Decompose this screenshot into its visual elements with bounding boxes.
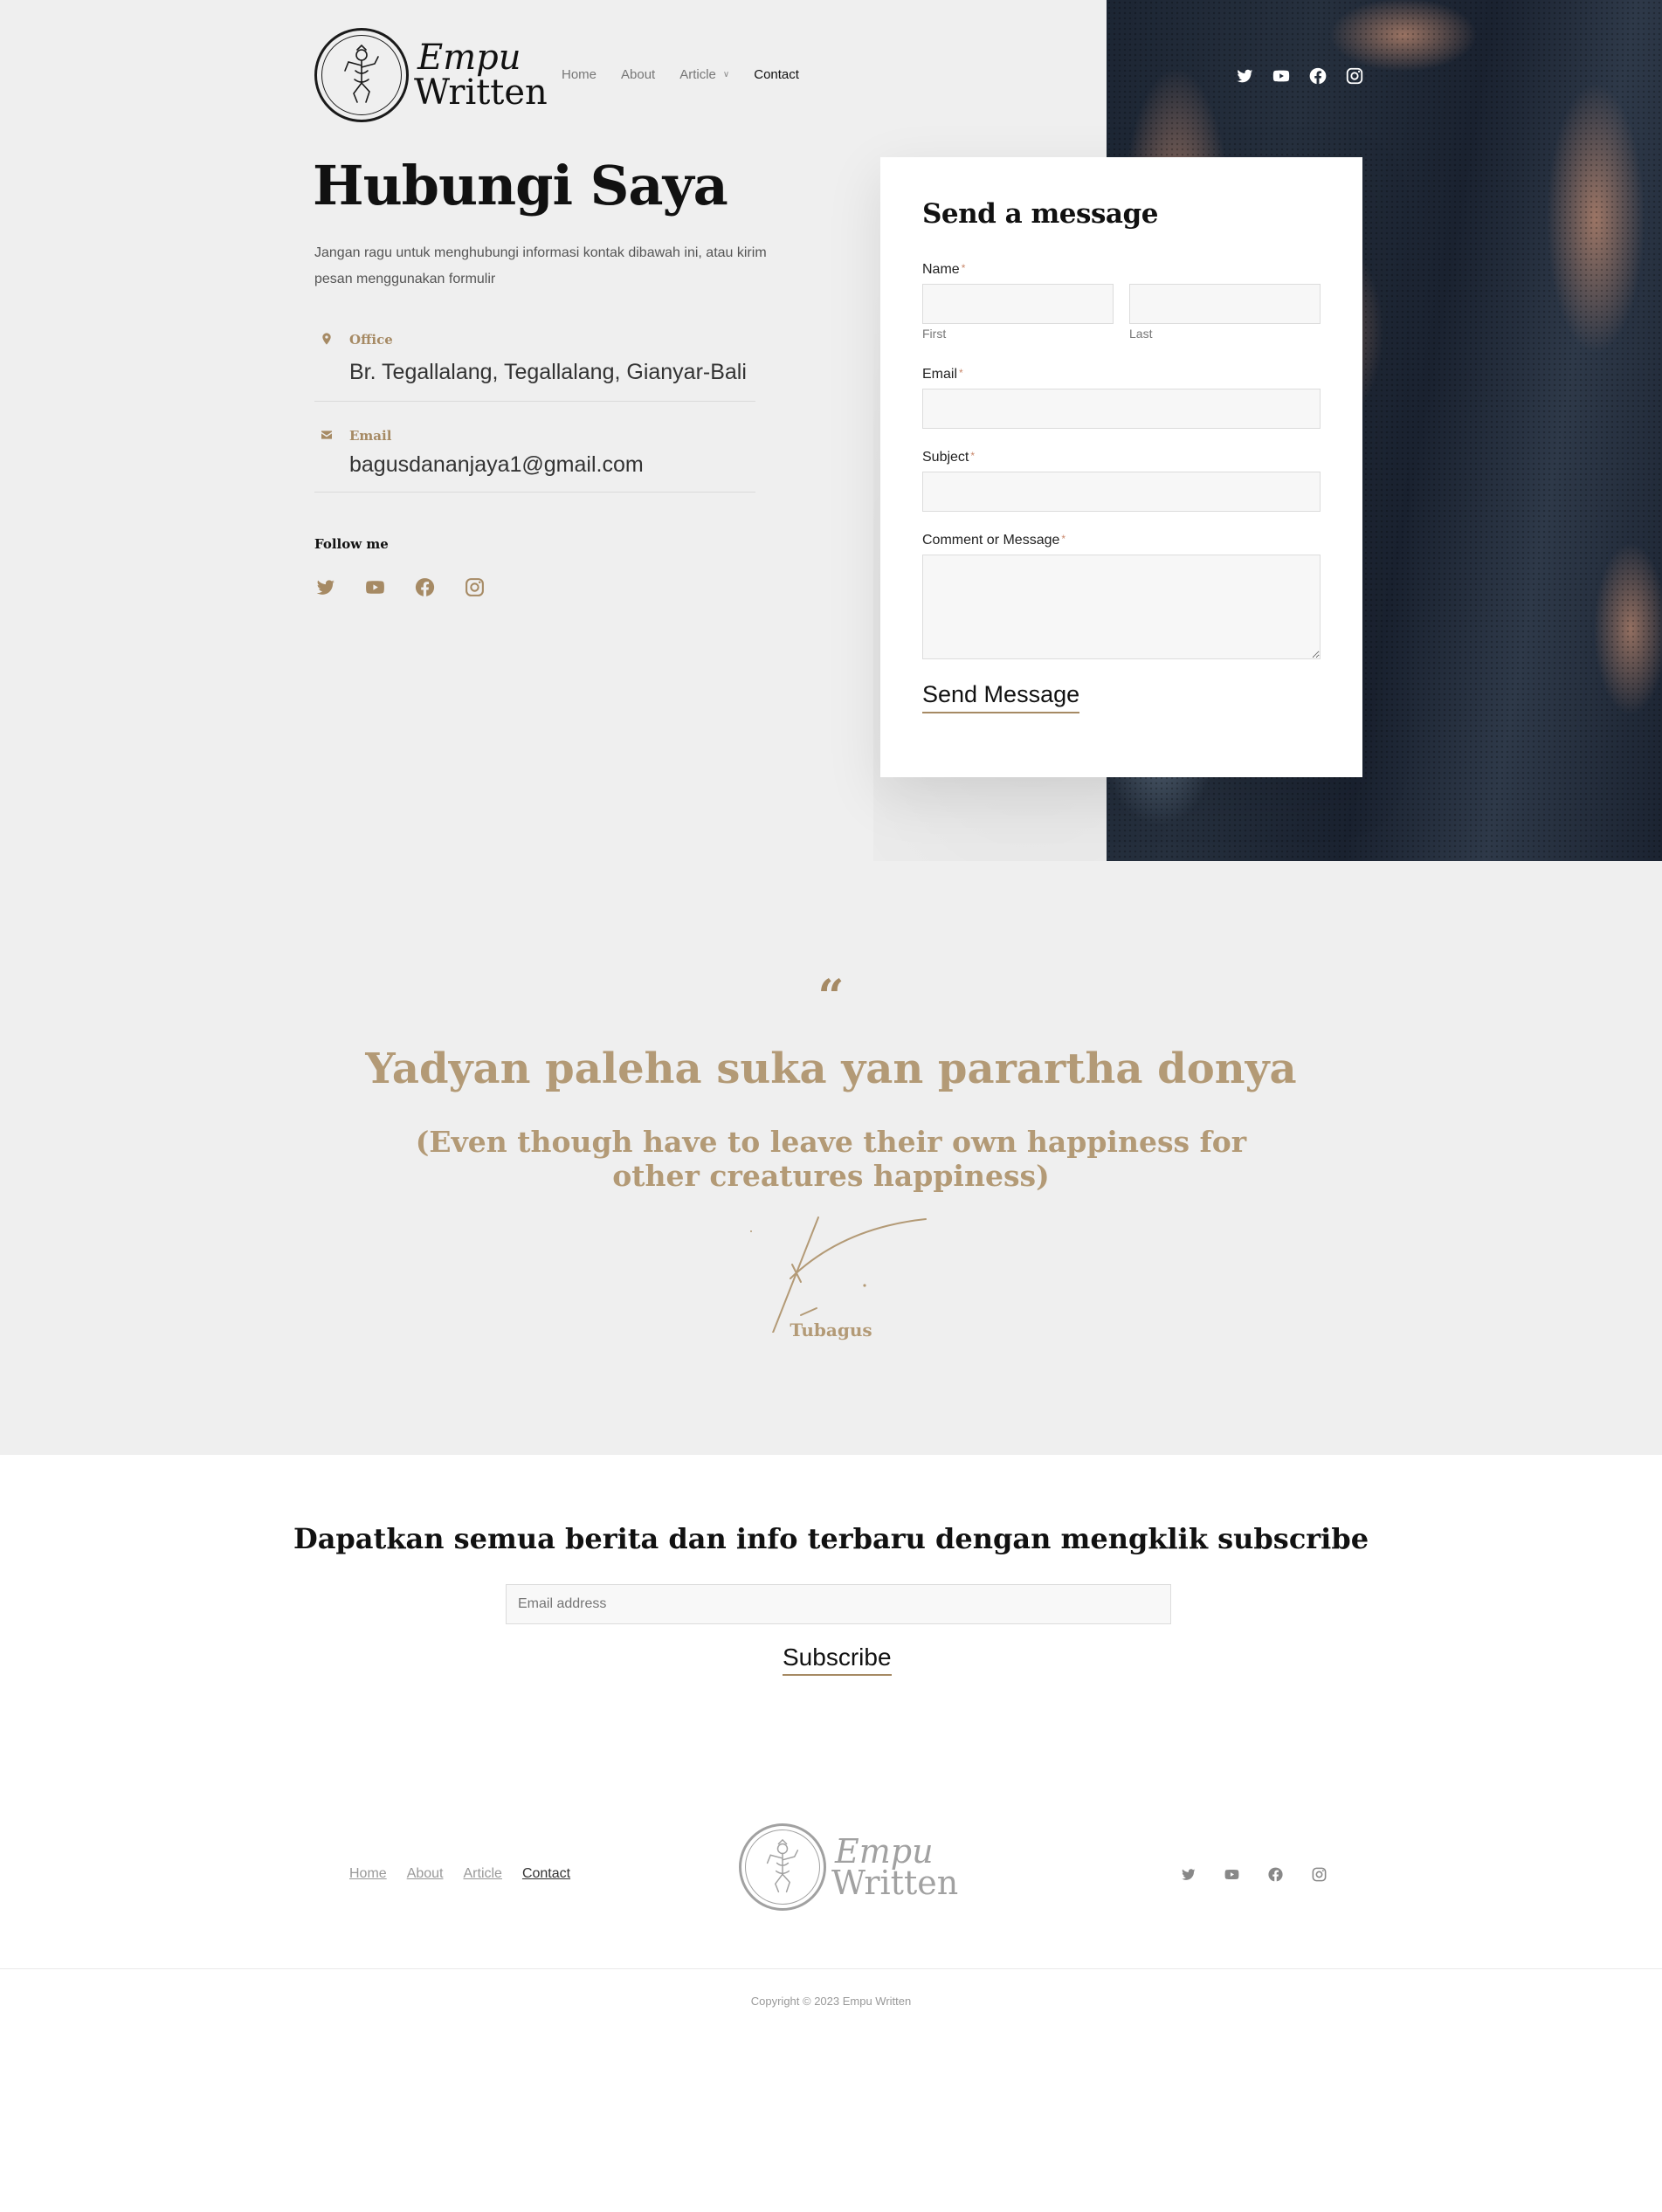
logo-wordmark: Empu Written: [414, 40, 548, 110]
quote-section: “ Yadyan paleha suka yan parartha donya …: [0, 861, 1662, 1455]
office-address: Br. Tegallalang, Tegallalang, Gianyar-Ba…: [349, 360, 747, 384]
email-info: Email bagusdananjaya1@gmail.com: [314, 419, 755, 493]
hero-section: Empu Written Home About Article ∨ Contact…: [0, 0, 1662, 865]
twitter-icon[interactable]: [1180, 1866, 1197, 1883]
footer-nav-contact[interactable]: Contact: [522, 1866, 570, 1882]
youtube-icon[interactable]: [364, 576, 386, 598]
logo-line-1: Empu: [417, 38, 521, 78]
subscribe-email-input[interactable]: [506, 1584, 1171, 1624]
site-logo[interactable]: Empu Written: [314, 28, 548, 122]
subscribe-button[interactable]: Subscribe: [783, 1643, 892, 1676]
footer-logo-line-2: Written: [831, 1864, 959, 1902]
first-name-input[interactable]: [922, 284, 1114, 324]
nav-about[interactable]: About: [621, 67, 655, 82]
subject-input[interactable]: [922, 472, 1321, 512]
message-textarea[interactable]: [922, 555, 1321, 659]
nav-home[interactable]: Home: [562, 67, 597, 82]
office-info: Office Br. Tegallalang, Tegallalang, Gia…: [314, 323, 755, 402]
logo-badge: [314, 28, 409, 122]
footer-logo-badge: [739, 1823, 826, 1911]
copyright-text: Copyright © 2023 Empu Written: [750, 1995, 912, 2008]
required-mark: *: [959, 367, 963, 379]
email-label-text: Email: [922, 367, 958, 382]
dancer-figure-icon: [766, 1839, 799, 1893]
header-social-links: [1235, 66, 1364, 86]
signature-name: Tubagus: [790, 1320, 872, 1340]
logo-line-2: Written: [414, 72, 548, 113]
required-mark: *: [1061, 533, 1066, 545]
instagram-icon[interactable]: [464, 576, 486, 598]
footer-nav-article[interactable]: Article: [464, 1866, 502, 1882]
page-title: Hubungi Saya: [313, 154, 728, 217]
email-field-label: Email *: [922, 367, 963, 382]
email-label: Email: [349, 428, 392, 444]
footer-nav-about[interactable]: About: [407, 1866, 444, 1882]
footer-divider: [0, 1968, 1662, 1969]
subscribe-title: Dapatkan semua berita dan info terbaru d…: [293, 1522, 1369, 1555]
last-name-input[interactable]: [1129, 284, 1321, 324]
last-name-sublabel: Last: [1129, 327, 1153, 341]
instagram-icon[interactable]: [1311, 1866, 1328, 1883]
send-message-button[interactable]: Send Message: [922, 681, 1080, 713]
instagram-icon[interactable]: [1345, 66, 1364, 86]
contact-form: Send a message Name * First Last Email * S…: [880, 157, 1362, 777]
required-mark: *: [970, 450, 976, 462]
name-label-text: Name: [922, 262, 960, 277]
subject-label: Subject *: [922, 450, 975, 465]
quote-text: Yadyan paleha suka yan parartha donya: [365, 1044, 1297, 1093]
dancer-figure-icon: [344, 45, 379, 103]
message-label: Comment or Message *: [922, 533, 1065, 548]
required-mark: *: [961, 262, 966, 274]
message-label-text: Comment or Message: [922, 533, 1060, 548]
twitter-icon[interactable]: [1235, 66, 1254, 86]
footer-logo[interactable]: Empu Written: [739, 1823, 958, 1911]
form-title: Send a message: [922, 198, 1158, 230]
youtube-icon[interactable]: [1272, 66, 1291, 86]
email-input[interactable]: [922, 389, 1321, 429]
map-pin-icon: [322, 333, 331, 345]
email-address-link[interactable]: bagusdananjaya1@gmail.com: [349, 452, 644, 478]
facebook-icon[interactable]: [1308, 66, 1328, 86]
twitter-icon[interactable]: [314, 576, 336, 598]
facebook-icon[interactable]: [1267, 1866, 1284, 1883]
footer-logo-line-1: Empu: [835, 1832, 934, 1871]
footer-logo-wordmark: Empu Written: [831, 1832, 959, 1902]
follow-social-links: [314, 576, 486, 598]
chevron-down-icon: ∨: [722, 70, 730, 79]
youtube-icon[interactable]: [1224, 1866, 1240, 1883]
footer-nav-home[interactable]: Home: [349, 1866, 387, 1882]
office-label: Office: [349, 332, 393, 348]
facebook-icon[interactable]: [414, 576, 436, 598]
signature-icon: [750, 1216, 927, 1333]
main-nav: Home About Article ∨ Contact: [562, 67, 824, 82]
footer-social-links: [1180, 1866, 1328, 1883]
quote-translation: (Even though have to leave their own hap…: [415, 1125, 1247, 1193]
first-name-sublabel: First: [922, 327, 947, 341]
page-description: Jangan ragu untuk menghubungi informasi …: [314, 245, 767, 286]
footer-nav: Home About Article Contact: [349, 1866, 570, 1882]
nav-article-label: Article: [679, 67, 716, 82]
follow-me-label: Follow me: [314, 536, 389, 552]
envelope-icon: [321, 431, 332, 439]
quote-mark-icon: “: [817, 970, 845, 1023]
subject-label-text: Subject: [922, 450, 969, 465]
nav-contact[interactable]: Contact: [754, 67, 799, 82]
nav-article[interactable]: Article ∨: [679, 67, 729, 82]
name-label: Name *: [922, 262, 965, 278]
